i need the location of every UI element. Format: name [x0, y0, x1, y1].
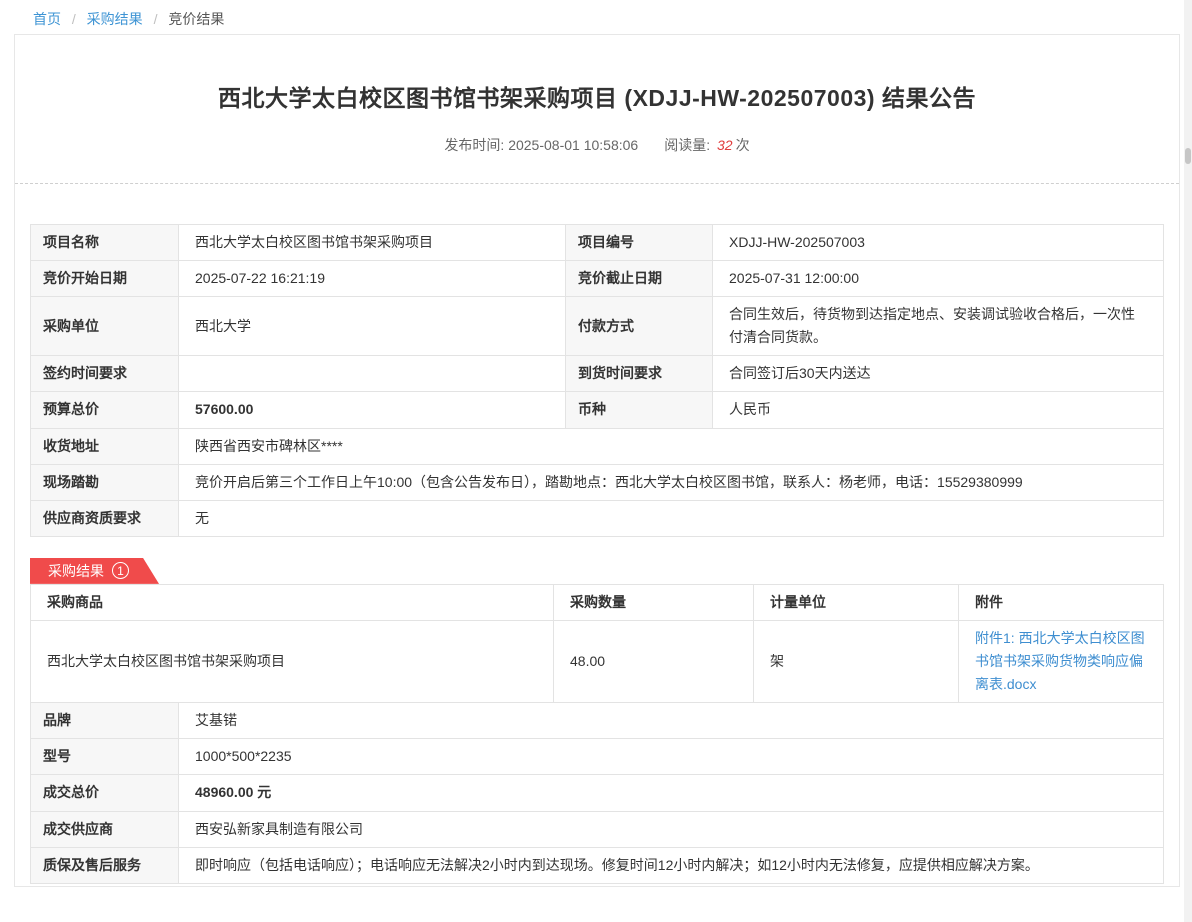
- divider: [15, 183, 1179, 184]
- field-label: 币种: [566, 392, 713, 428]
- breadcrumb-separator: /: [154, 11, 158, 27]
- column-header: 采购商品: [31, 584, 554, 620]
- table-row: 收货地址 陕西省西安市碑林区****: [31, 428, 1164, 464]
- field-value: [179, 356, 566, 392]
- field-value: 合同签订后30天内送达: [713, 356, 1164, 392]
- table-row: 签约时间要求 到货时间要求 合同签订后30天内送达: [31, 356, 1164, 392]
- field-label: 到货时间要求: [566, 356, 713, 392]
- breadcrumb-purchase-results-link[interactable]: 采购结果: [87, 11, 143, 27]
- table-row: 品牌 艾基锘: [31, 703, 1164, 739]
- field-value: XDJJ-HW-202507003: [713, 225, 1164, 261]
- field-value: 西北大学太白校区图书馆书架采购项目: [179, 225, 566, 261]
- table-row: 成交供应商 西安弘新家具制造有限公司: [31, 811, 1164, 847]
- field-value: 西北大学: [179, 297, 566, 356]
- field-label: 成交总价: [31, 775, 179, 811]
- column-header: 计量单位: [754, 584, 959, 620]
- article-meta: 发布时间: 2025-08-01 10:58:06 阅读量: 32次: [30, 135, 1164, 155]
- column-header: 采购数量: [554, 584, 754, 620]
- field-value: 陕西省西安市碑林区****: [179, 428, 1164, 464]
- scrollbar[interactable]: [1184, 0, 1192, 922]
- scrollbar-thumb[interactable]: [1185, 148, 1191, 164]
- breadcrumb-home-link[interactable]: 首页: [33, 11, 61, 27]
- table-row: 竞价开始日期 2025-07-22 16:21:19 竞价截止日期 2025-0…: [31, 261, 1164, 297]
- purchase-result-badge: 采购结果 1: [30, 558, 159, 584]
- deal-total-price-value: 48960.00 元: [179, 775, 1164, 811]
- field-label: 成交供应商: [31, 811, 179, 847]
- attachment-link[interactable]: 附件1: 西北大学太白校区图书馆书架采购货物类响应偏离表.docx: [975, 630, 1145, 692]
- breadcrumb-separator: /: [72, 11, 76, 27]
- warranty-value: 即时响应（包括电话响应）；电话响应无法解决2小时内到达现场。修复时间12小时内解…: [179, 847, 1164, 883]
- views-unit: 次: [736, 137, 750, 153]
- field-label: 竞价截止日期: [566, 261, 713, 297]
- attachment-cell: 附件1: 西北大学太白校区图书馆书架采购货物类响应偏离表.docx: [959, 620, 1164, 702]
- table-row: 成交总价 48960.00 元: [31, 775, 1164, 811]
- field-value: 无: [179, 500, 1164, 536]
- purchase-result-table: 采购商品 采购数量 计量单位 附件 西北大学太白校区图书馆书架采购项目 48.0…: [30, 584, 1164, 703]
- project-info-table: 项目名称 西北大学太白校区图书馆书架采购项目 项目编号 XDJJ-HW-2025…: [30, 224, 1164, 537]
- model-value: 1000*500*2235: [179, 739, 1164, 775]
- result-detail-table: 品牌 艾基锘 型号 1000*500*2235 成交总价 48960.00 元 …: [30, 702, 1164, 883]
- unit-cell: 架: [754, 620, 959, 702]
- field-label: 现场踏勘: [31, 464, 179, 500]
- views-label: 阅读量:: [664, 137, 714, 153]
- field-value: 合同生效后，待货物到达指定地点、安装调试验收合格后，一次性付清合同货款。: [713, 297, 1164, 356]
- quantity-cell: 48.00: [554, 620, 754, 702]
- field-label: 竞价开始日期: [31, 261, 179, 297]
- announcement-card: 西北大学太白校区图书馆书架采购项目 (XDJJ-HW-202507003) 结果…: [14, 34, 1180, 887]
- field-label: 预算总价: [31, 392, 179, 428]
- publish-time-label: 发布时间:: [444, 137, 508, 153]
- table-row: 项目名称 西北大学太白校区图书馆书架采购项目 项目编号 XDJJ-HW-2025…: [31, 225, 1164, 261]
- breadcrumb-current-page: 竞价结果: [168, 11, 224, 27]
- table-row: 采购单位 西北大学 付款方式 合同生效后，待货物到达指定地点、安装调试验收合格后…: [31, 297, 1164, 356]
- field-value: 竞价开启后第三个工作日上午10:00（包含公告发布日），踏勘地点：西北大学太白校…: [179, 464, 1164, 500]
- table-row: 型号 1000*500*2235: [31, 739, 1164, 775]
- field-label: 品牌: [31, 703, 179, 739]
- badge-count: 1: [112, 562, 129, 579]
- field-value: 2025-07-22 16:21:19: [179, 261, 566, 297]
- table-row: 预算总价 57600.00 币种 人民币: [31, 392, 1164, 428]
- table-row: 现场踏勘 竞价开启后第三个工作日上午10:00（包含公告发布日），踏勘地点：西北…: [31, 464, 1164, 500]
- publish-time-value: 2025-08-01 10:58:06: [508, 137, 638, 153]
- table-header-row: 采购商品 采购数量 计量单位 附件: [31, 584, 1164, 620]
- field-value: 人民币: [713, 392, 1164, 428]
- field-label: 型号: [31, 739, 179, 775]
- budget-total-value: 57600.00: [179, 392, 566, 428]
- field-label: 签约时间要求: [31, 356, 179, 392]
- field-label: 采购单位: [31, 297, 179, 356]
- supplier-value: 西安弘新家具制造有限公司: [179, 811, 1164, 847]
- field-label: 项目名称: [31, 225, 179, 261]
- breadcrumb: 首页 / 采购结果 / 竞价结果: [0, 0, 1192, 24]
- field-label: 付款方式: [566, 297, 713, 356]
- table-row: 质保及售后服务 即时响应（包括电话响应）；电话响应无法解决2小时内到达现场。修复…: [31, 847, 1164, 883]
- product-name-cell: 西北大学太白校区图书馆书架采购项目: [31, 620, 554, 702]
- column-header: 附件: [959, 584, 1164, 620]
- views-count: 32: [717, 137, 733, 153]
- badge-label: 采购结果: [48, 561, 104, 581]
- field-label: 质保及售后服务: [31, 847, 179, 883]
- brand-value: 艾基锘: [179, 703, 1164, 739]
- field-label: 供应商资质要求: [31, 500, 179, 536]
- table-row: 西北大学太白校区图书馆书架采购项目 48.00 架 附件1: 西北大学太白校区图…: [31, 620, 1164, 702]
- field-label: 收货地址: [31, 428, 179, 464]
- table-row: 供应商资质要求 无: [31, 500, 1164, 536]
- page-title: 西北大学太白校区图书馆书架采购项目 (XDJJ-HW-202507003) 结果…: [30, 79, 1164, 113]
- field-value: 2025-07-31 12:00:00: [713, 261, 1164, 297]
- field-label: 项目编号: [566, 225, 713, 261]
